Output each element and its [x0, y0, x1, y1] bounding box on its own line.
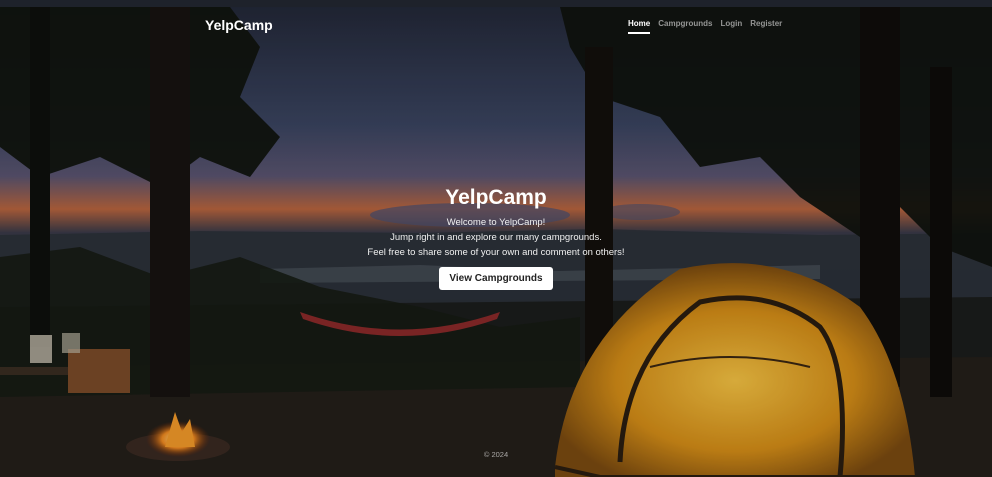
- view-campgrounds-button[interactable]: View Campgrounds: [439, 267, 553, 290]
- hero-explore-line: Jump right in and explore our many campg…: [390, 232, 602, 243]
- nav-link-login[interactable]: Login: [720, 19, 742, 34]
- navbar-brand[interactable]: YelpCamp: [205, 17, 273, 33]
- footer-copyright: © 2024: [483, 450, 509, 459]
- hero-content: YelpCamp Welcome to YelpCamp! Jump right…: [0, 186, 992, 290]
- nav-link-home[interactable]: Home: [628, 19, 651, 34]
- top-navbar: YelpCamp Home Campgrounds Login Register: [0, 7, 992, 41]
- nav-link-register[interactable]: Register: [750, 19, 782, 34]
- hero-welcome-line: Welcome to YelpCamp!: [446, 217, 546, 228]
- window-top-strip: [0, 0, 992, 7]
- hero-title: YelpCamp: [445, 186, 547, 209]
- nav-link-campgrounds[interactable]: Campgrounds: [658, 19, 712, 34]
- hero-share-line: Feel free to share some of your own and …: [367, 247, 625, 258]
- nav-links: Home Campgrounds Login Register: [628, 19, 782, 34]
